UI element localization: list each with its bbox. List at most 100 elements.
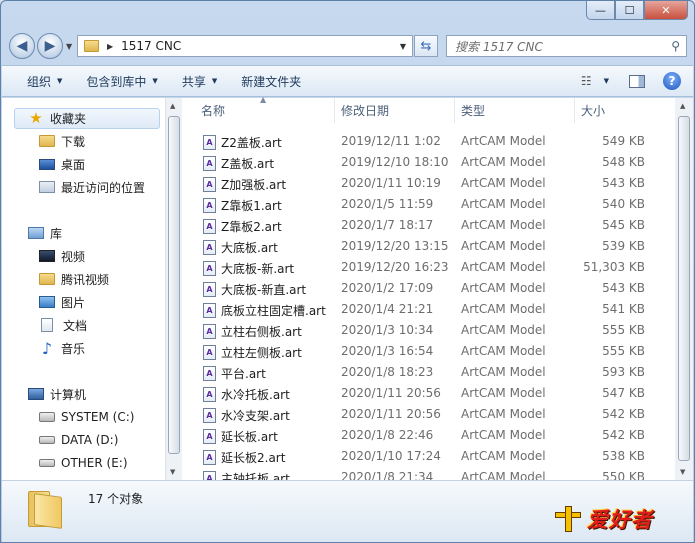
scroll-thumb[interactable] [678,116,690,461]
share-button[interactable]: 共享 ▼ [182,73,217,90]
file-name: 立柱右侧板.art [221,325,302,339]
file-date: 2020/1/5 11:59 [341,197,434,211]
help-icon[interactable]: ? [663,72,681,90]
file-row[interactable]: A Z盖板.art 2019/12/10 18:10 ArtCAM Model 548 … [183,152,673,173]
nav-libraries-label: 库 [50,226,63,241]
file-row[interactable]: A 大底板-新.art 2019/12/20 16:23 ArtCAM Model 51… [183,257,673,278]
organize-label: 组织 [27,74,52,89]
nav-computer-label: 计算机 [50,387,87,402]
organize-button[interactable]: 组织 ▼ [27,73,62,90]
file-row[interactable]: A 延长板.art 2020/1/8 22:46 ArtCAM Model 542 KB [183,425,673,446]
column-header-type[interactable]: 类型 [455,98,575,123]
file-type: ArtCAM Model [461,218,546,232]
explorer-window: — ☐ ✕ ◀ ▶ ▼ ▶ 1517 CNC ▼ ⇆ 搜索 1517 CNC ⚲… [0,0,695,543]
library-icon [28,227,44,239]
nav-item-downloads[interactable]: 下载 [39,131,85,151]
search-input[interactable]: 搜索 1517 CNC [455,38,543,55]
nav-item-music[interactable]: ♪ 音乐 [39,338,85,358]
scroll-up-arrow-icon[interactable]: ▲ [170,102,175,110]
nav-item-desktop[interactable]: 桌面 [39,154,85,174]
view-options-dropdown-icon[interactable]: ▼ [604,77,609,85]
search-box[interactable]: 搜索 1517 CNC ⚲ [446,35,687,57]
artcam-file-icon: A [203,429,216,444]
nav-item-label: OTHER (E:) [61,456,128,470]
refresh-button[interactable]: ⇆ [414,35,438,57]
file-row[interactable]: A 立柱左侧板.art 2020/1/3 16:54 ArtCAM Model 555 … [183,341,673,362]
file-row[interactable]: A Z靠板2.art 2020/1/7 18:17 ArtCAM Model 545 K… [183,215,673,236]
file-row[interactable]: A Z靠板1.art 2020/1/5 11:59 ArtCAM Model 540 K… [183,194,673,215]
file-type: ArtCAM Model [461,407,546,421]
nav-item-pictures[interactable]: 图片 [39,292,85,312]
forward-button[interactable]: ▶ [37,33,63,59]
maximize-button[interactable]: ☐ [615,1,644,20]
include-in-library-button[interactable]: 包含到库中 ▼ [86,73,157,90]
navigation-buttons: ◀ ▶ ▼ [9,33,72,59]
scroll-thumb[interactable] [168,116,180,454]
navigation-pane-scrollbar[interactable]: ▲ ▼ [165,98,182,480]
file-row[interactable]: A Z2盖板.art 2019/12/11 1:02 ArtCAM Model 549 … [183,131,673,152]
file-row[interactable]: A 平台.art 2020/1/8 18:23 ArtCAM Model 593 KB [183,362,673,383]
minimize-button[interactable]: — [586,1,615,20]
search-icon[interactable]: ⚲ [671,39,680,53]
address-bar[interactable]: ▶ 1517 CNC ▼ [77,35,413,57]
nav-item-drive-e[interactable]: OTHER (E:) [39,453,128,473]
nav-item-tencent-video[interactable]: 腾讯视频 [39,269,109,289]
file-size: 542 KB [602,407,645,421]
nav-item-recent-places[interactable]: 最近访问的位置 [39,177,145,197]
column-header-date[interactable]: 修改日期 [335,98,455,123]
file-name: 大底板-新.art [221,262,295,276]
artcam-file-icon: A [203,387,216,402]
file-type: ArtCAM Model [461,449,546,463]
artcam-file-icon: A [203,135,216,150]
recent-places-icon [39,181,55,193]
column-header-name-label: 名称 [201,104,226,118]
preview-pane-icon[interactable] [629,74,645,88]
nav-computer[interactable]: 计算机 [28,384,86,404]
artcam-file-icon: A [203,261,216,276]
scroll-up-arrow-icon[interactable]: ▲ [680,102,685,110]
file-row[interactable]: A 延长板2.art 2020/1/10 17:24 ArtCAM Model 538 … [183,446,673,467]
scroll-down-arrow-icon[interactable]: ▼ [680,468,685,476]
file-name: 延长板.art [221,430,278,444]
nav-item-documents[interactable]: 文档 [41,315,87,335]
file-date: 2020/1/4 21:21 [341,302,434,316]
back-button[interactable]: ◀ [9,33,35,59]
file-name: 水冷支架.art [221,409,290,423]
breadcrumb-chevron-icon[interactable]: ▶ [107,42,113,51]
nav-favorites[interactable]: ★ 收藏夹 [28,108,86,128]
file-list-scrollbar[interactable]: ▲ ▼ [675,98,693,480]
file-name-cell: A 延长板2.art [203,449,285,466]
file-row[interactable]: A 大底板-新直.art 2020/1/2 17:09 ArtCAM Model 543… [183,278,673,299]
breadcrumb-current-folder[interactable]: 1517 CNC [121,39,181,53]
column-header-size-label: 大小 [581,104,606,118]
file-type: ArtCAM Model [461,176,546,190]
video-icon [39,250,55,262]
file-row[interactable]: A 底板立柱固定槽.art 2020/1/4 21:21 ArtCAM Model 54… [183,299,673,320]
address-dropdown-icon[interactable]: ▼ [400,42,406,51]
column-header-date-label: 修改日期 [341,104,390,118]
recent-pages-dropdown[interactable]: ▼ [66,42,72,51]
file-type: ArtCAM Model [461,323,546,337]
file-size: 541 KB [602,302,645,316]
view-options-icon[interactable]: ☷ [581,74,592,88]
nav-item-label: 腾讯视频 [61,272,110,287]
nav-libraries[interactable]: 库 [28,223,62,243]
column-header-name[interactable]: ▲ 名称 [183,95,335,123]
column-header-size[interactable]: 大小 [575,98,665,123]
scroll-down-arrow-icon[interactable]: ▼ [170,468,175,476]
file-row[interactable]: A 水冷支架.art 2020/1/11 20:56 ArtCAM Model 542 … [183,404,673,425]
close-button[interactable]: ✕ [644,1,688,20]
file-row[interactable]: A 水冷托板.art 2020/1/11 20:56 ArtCAM Model 547 … [183,383,673,404]
nav-item-drive-c[interactable]: SYSTEM (C:) [39,407,134,427]
nav-favorites-label: 收藏夹 [50,111,87,126]
file-size: 555 KB [602,344,645,358]
file-row[interactable]: A 大底板.art 2019/12/20 13:15 ArtCAM Model 539 … [183,236,673,257]
artcam-file-icon: A [203,240,216,255]
file-row[interactable]: A 立柱右侧板.art 2020/1/3 10:34 ArtCAM Model 555 … [183,320,673,341]
nav-item-drive-d[interactable]: DATA (D:) [39,430,118,450]
artcam-file-icon: A [203,366,216,381]
file-row[interactable]: A Z加强板.art 2020/1/11 10:19 ArtCAM Model 543 … [183,173,673,194]
new-folder-button[interactable]: 新建文件夹 [241,73,301,90]
nav-item-videos[interactable]: 视频 [39,246,85,266]
file-name: 立柱左侧板.art [221,346,302,360]
